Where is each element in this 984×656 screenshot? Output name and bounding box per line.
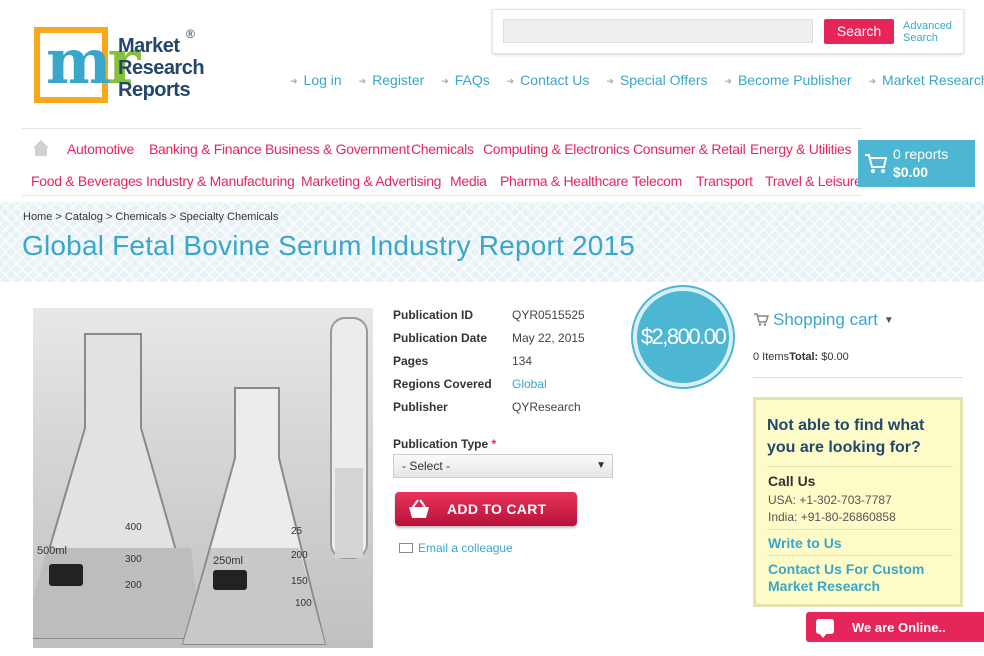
divider <box>767 529 953 530</box>
top-links: ➜ Log in ➜ Register ➜ FAQs ➜ Contact Us ➜ Spe… <box>290 72 984 88</box>
logo-text: Market Research Reports <box>118 35 205 101</box>
publication-date: May 22, 2015 <box>512 331 585 345</box>
chevron-down-icon: ▼ <box>883 315 894 326</box>
nav-marketing-advertising[interactable]: Marketing & Advertising <box>301 173 441 189</box>
divider <box>767 466 953 467</box>
top-link-become-publisher[interactable]: ➜ Become Publisher <box>724 72 851 88</box>
nav-chemicals[interactable]: Chemicals <box>411 141 474 157</box>
arrow-icon: ➜ <box>290 76 298 86</box>
breadcrumb-chemicals[interactable]: Chemicals <box>115 211 166 223</box>
registered-mark: ® <box>186 27 195 41</box>
nav-travel-leisure[interactable]: Travel & Leisure <box>765 173 862 189</box>
search-bar: Search Advanced Search <box>492 9 964 54</box>
publisher: QYResearch <box>512 400 581 414</box>
top-link-register[interactable]: ➜ Register <box>359 72 425 88</box>
page-count: 134 <box>512 354 533 368</box>
title-band: Home > Catalog > Chemicals > Specialty C… <box>0 202 984 282</box>
live-chat-button[interactable]: We are Online.. <box>806 612 984 642</box>
arrow-icon: ➜ <box>506 76 515 86</box>
breadcrumb-catalog[interactable]: Catalog <box>65 211 103 223</box>
nav-food-beverages[interactable]: Food & Beverages <box>31 173 142 189</box>
nav-energy-utilities[interactable]: Energy & Utilities <box>750 141 852 157</box>
header-cart[interactable]: 0 reports $0.00 <box>858 140 975 187</box>
cart-count: 0 reports <box>893 146 949 162</box>
flask-label: 250ml <box>213 555 243 567</box>
top-link-faqs[interactable]: ➜ FAQs <box>441 72 490 88</box>
arrow-icon: ➜ <box>358 76 367 86</box>
arrow-icon: ➜ <box>606 76 614 86</box>
publication-type-select[interactable]: - Select - ▼ <box>393 454 613 478</box>
top-link-blog[interactable]: ➜Market Research Blog <box>868 72 984 88</box>
custom-research-link[interactable]: Contact Us For Custom Market Research <box>768 561 958 595</box>
breadcrumb-specialty-chemicals[interactable]: Specialty Chemicals <box>179 211 278 223</box>
flask-label: 100 <box>295 598 312 609</box>
sidebar-cart-summary: 0 ItemsTotal: $0.00 <box>753 351 849 363</box>
logo-mark: mr <box>34 25 140 103</box>
flask-label: 400 <box>125 522 142 533</box>
flask-label: 150 <box>291 576 308 587</box>
publication-type-label: Publication Type * <box>393 437 497 451</box>
product-image: 500ml 400 300 200 250ml 25 200 150 100 <box>33 308 373 648</box>
help-box: Not able to find what you are looking fo… <box>753 397 963 607</box>
nav-consumer-retail[interactable]: Consumer & Retail <box>633 141 746 157</box>
nav-banking-finance[interactable]: Banking & Finance <box>149 141 262 157</box>
nav-computing-electronics[interactable]: Computing & Electronics <box>483 141 630 157</box>
basket-icon <box>409 499 429 518</box>
nav-pharma-healthcare[interactable]: Pharma & Healthcare <box>500 173 628 189</box>
divider <box>767 555 953 556</box>
nav-business-government[interactable]: Business & Government <box>265 141 410 157</box>
nav-media[interactable]: Media <box>450 173 487 189</box>
breadcrumb-home[interactable]: Home <box>23 211 52 223</box>
phone-india: India: +91-80-26860858 <box>768 510 896 524</box>
help-question: Not able to find what you are looking fo… <box>767 417 925 456</box>
top-link-contact[interactable]: ➜ Contact Us <box>507 72 590 88</box>
flask-label: 25 <box>291 526 303 537</box>
nav-transport[interactable]: Transport <box>696 173 753 189</box>
cart-icon <box>865 154 888 173</box>
flask-label: 500ml <box>37 545 67 557</box>
regions-covered-link[interactable]: Global <box>512 377 547 391</box>
flask-label: 200 <box>291 550 308 561</box>
search-input[interactable] <box>503 19 813 43</box>
nav-industry-manufacturing[interactable]: Industry & Manufacturing <box>146 173 295 189</box>
dropdown-caret-icon: ▼ <box>596 460 606 471</box>
phone-usa: USA: +1-302-703-7787 <box>768 493 892 507</box>
chat-bubble-icon <box>816 619 834 638</box>
search-button[interactable]: Search <box>824 19 894 44</box>
nav-telecom[interactable]: Telecom <box>632 173 682 189</box>
arrow-icon: ➜ <box>868 76 877 86</box>
envelope-icon <box>399 543 413 553</box>
cart-icon <box>754 313 769 326</box>
shopping-cart-toggle[interactable]: Shopping cart ▼ <box>753 310 894 330</box>
flask-label: 200 <box>125 580 142 591</box>
home-icon[interactable] <box>32 139 50 157</box>
advanced-search-link[interactable]: Advanced Search <box>903 20 952 44</box>
arrow-icon: ➜ <box>441 76 449 86</box>
nav-automotive[interactable]: Automotive <box>67 141 134 157</box>
flask-label: 300 <box>125 554 142 565</box>
write-to-us-link[interactable]: Write to Us <box>768 535 958 552</box>
call-us-heading: Call Us <box>768 473 816 489</box>
publication-id: QYR0515525 <box>512 308 585 322</box>
top-link-login[interactable]: ➜ Log in <box>290 72 342 88</box>
category-nav: Automotive Banking & Finance Business & … <box>22 128 862 196</box>
site-logo[interactable]: mr Market Research Reports ® <box>34 25 205 107</box>
arrow-icon: ➜ <box>724 76 732 86</box>
page-title: Global Fetal Bovine Serum Industry Repor… <box>22 230 636 261</box>
divider <box>753 377 963 378</box>
price-badge: $2,800.00 <box>633 287 733 387</box>
breadcrumb: Home > Catalog > Chemicals > Specialty C… <box>23 211 279 223</box>
cart-total: $0.00 <box>893 164 929 180</box>
add-to-cart-button[interactable]: ADD TO CART <box>395 492 577 526</box>
flasks-illustration: 500ml 400 300 200 250ml 25 200 150 100 <box>33 317 368 645</box>
top-link-special-offers[interactable]: ➜ Special Offers <box>606 72 707 88</box>
email-colleague-link[interactable]: Email a colleague <box>399 541 513 555</box>
